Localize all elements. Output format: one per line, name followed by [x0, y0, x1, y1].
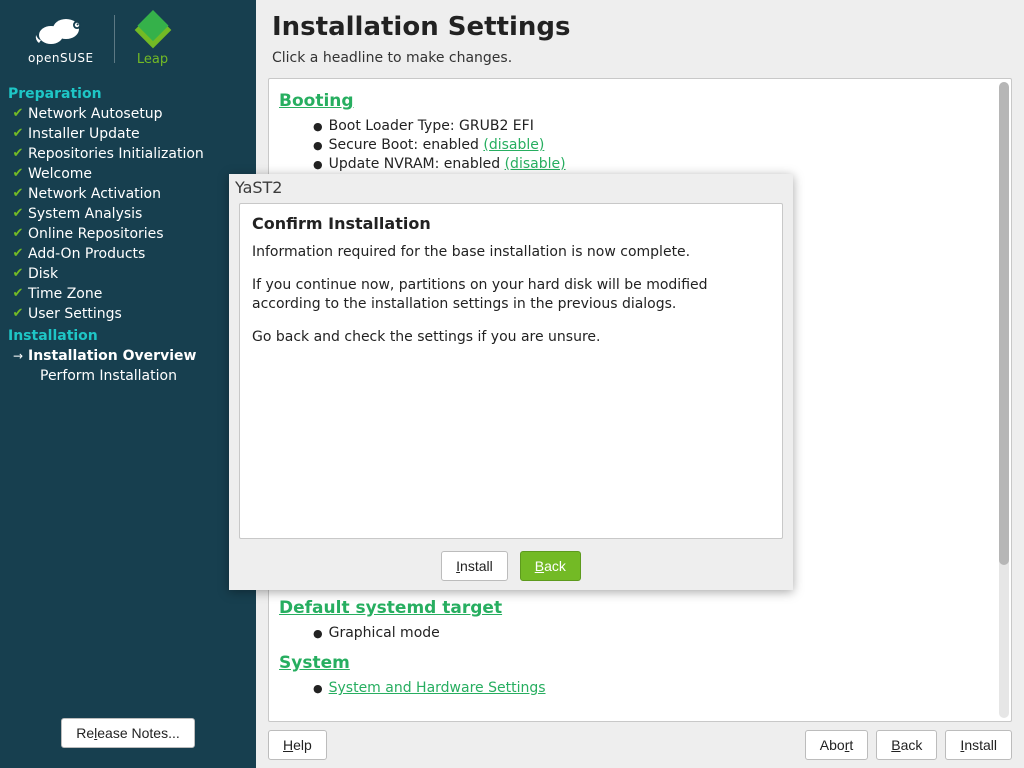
- scrollbar[interactable]: [999, 82, 1009, 718]
- nav-item-online-repositories[interactable]: ✔Online Repositories: [8, 224, 248, 244]
- section-system-title[interactable]: System: [279, 653, 1001, 673]
- check-icon: ✔: [12, 105, 24, 123]
- dialog-text-2: If you continue now, partitions on your …: [252, 276, 770, 314]
- section-booting-list: ●Boot Loader Type: GRUB2 EFI ●Secure Boo…: [313, 117, 1001, 174]
- nav-item-system-analysis[interactable]: ✔System Analysis: [8, 204, 248, 224]
- leap-logo: Leap: [135, 12, 171, 67]
- gecko-icon: [33, 13, 89, 49]
- back-button[interactable]: Back: [876, 730, 937, 760]
- list-item: ●Secure Boot: enabled (disable): [313, 136, 1001, 155]
- page-subtitle: Click a headline to make changes.: [272, 50, 1008, 66]
- section-booting-title[interactable]: Booting: [279, 91, 1001, 111]
- sidebar-footer: Release Notes...: [0, 718, 256, 768]
- footer-bar: Help Abort Back Install: [256, 722, 1024, 768]
- opensuse-logo: openSUSE: [28, 13, 94, 65]
- list-item-text: Update NVRAM: enabled: [329, 156, 505, 172]
- check-icon: ✔: [12, 165, 24, 183]
- brand-os-text: openSUSE: [28, 51, 94, 65]
- check-icon: ✔: [12, 225, 24, 243]
- check-icon: ✔: [12, 145, 24, 163]
- nav-item-installation-overview[interactable]: →Installation Overview: [8, 346, 248, 366]
- list-item-text: Boot Loader Type: GRUB2 EFI: [329, 117, 534, 136]
- list-item: ●Update NVRAM: enabled (disable): [313, 155, 1001, 174]
- nav-item-installer-update[interactable]: ✔Installer Update: [8, 124, 248, 144]
- release-notes-button[interactable]: Release Notes...: [61, 718, 195, 748]
- dialog-text-1: Information required for the base instal…: [252, 243, 770, 262]
- section-systemd-list: ●Graphical mode: [313, 624, 1001, 643]
- nav-item-network-activation[interactable]: ✔Network Activation: [8, 184, 248, 204]
- nav-item-perform-installation[interactable]: Perform Installation: [8, 366, 248, 386]
- page-title: Installation Settings: [272, 12, 1008, 42]
- abort-button[interactable]: Abort: [805, 730, 868, 760]
- brand: openSUSE Leap: [0, 0, 256, 78]
- dialog-text-3: Go back and check the settings if you ar…: [252, 328, 770, 347]
- list-item: ●Graphical mode: [313, 624, 1001, 643]
- check-icon: ✔: [12, 285, 24, 303]
- nav-section-installation: Installation: [8, 324, 248, 346]
- install-button[interactable]: Install: [945, 730, 1012, 760]
- check-icon: ✔: [12, 245, 24, 263]
- nvram-disable-link[interactable]: (disable): [505, 156, 566, 172]
- confirm-install-dialog: YaST2 Confirm Installation Information r…: [229, 174, 793, 590]
- leap-icon: [135, 12, 171, 48]
- brand-edition-text: Leap: [137, 52, 168, 67]
- help-button[interactable]: Help: [268, 730, 327, 760]
- nav-item-user-settings[interactable]: ✔User Settings: [8, 304, 248, 324]
- nav-item-network-autosetup[interactable]: ✔Network Autosetup: [8, 104, 248, 124]
- check-icon: ✔: [12, 205, 24, 223]
- list-item-text: Secure Boot: enabled: [329, 137, 484, 153]
- list-item-text: Graphical mode: [329, 624, 440, 643]
- section-systemd-title[interactable]: Default systemd target: [279, 598, 1001, 618]
- app-root: openSUSE Leap Preparation ✔Network Autos…: [0, 0, 1024, 768]
- nav-item-welcome[interactable]: ✔Welcome: [8, 164, 248, 184]
- section-system-list: ●System and Hardware Settings: [313, 679, 1001, 698]
- nav-item-repositories-init[interactable]: ✔Repositories Initialization: [8, 144, 248, 164]
- nav-section-preparation: Preparation: [8, 82, 248, 104]
- list-item: ●Boot Loader Type: GRUB2 EFI: [313, 117, 1001, 136]
- sidebar: openSUSE Leap Preparation ✔Network Autos…: [0, 0, 256, 768]
- brand-divider: [114, 15, 115, 63]
- check-icon: ✔: [12, 265, 24, 283]
- list-item: ●System and Hardware Settings: [313, 679, 1001, 698]
- dialog-install-button[interactable]: Install: [441, 551, 508, 581]
- nav-item-disk[interactable]: ✔Disk: [8, 264, 248, 284]
- scrollbar-thumb[interactable]: [999, 82, 1009, 565]
- dialog-body: Confirm Installation Information require…: [239, 203, 783, 539]
- secure-boot-disable-link[interactable]: (disable): [483, 137, 544, 153]
- check-icon: ✔: [12, 185, 24, 203]
- install-steps-nav: Preparation ✔Network Autosetup ✔Installe…: [0, 78, 256, 386]
- dialog-back-button[interactable]: Back: [520, 551, 581, 581]
- nav-item-addon-products[interactable]: ✔Add-On Products: [8, 244, 248, 264]
- nav-item-time-zone[interactable]: ✔Time Zone: [8, 284, 248, 304]
- dialog-title: YaST2: [229, 174, 793, 203]
- check-icon: ✔: [12, 125, 24, 143]
- system-hardware-link[interactable]: System and Hardware Settings: [329, 679, 546, 698]
- check-icon: ✔: [12, 305, 24, 323]
- dialog-buttons: Install Back: [229, 539, 793, 581]
- page-heading: Installation Settings Click a headline t…: [256, 0, 1024, 72]
- arrow-right-icon: →: [12, 347, 24, 365]
- dialog-heading: Confirm Installation: [252, 214, 770, 233]
